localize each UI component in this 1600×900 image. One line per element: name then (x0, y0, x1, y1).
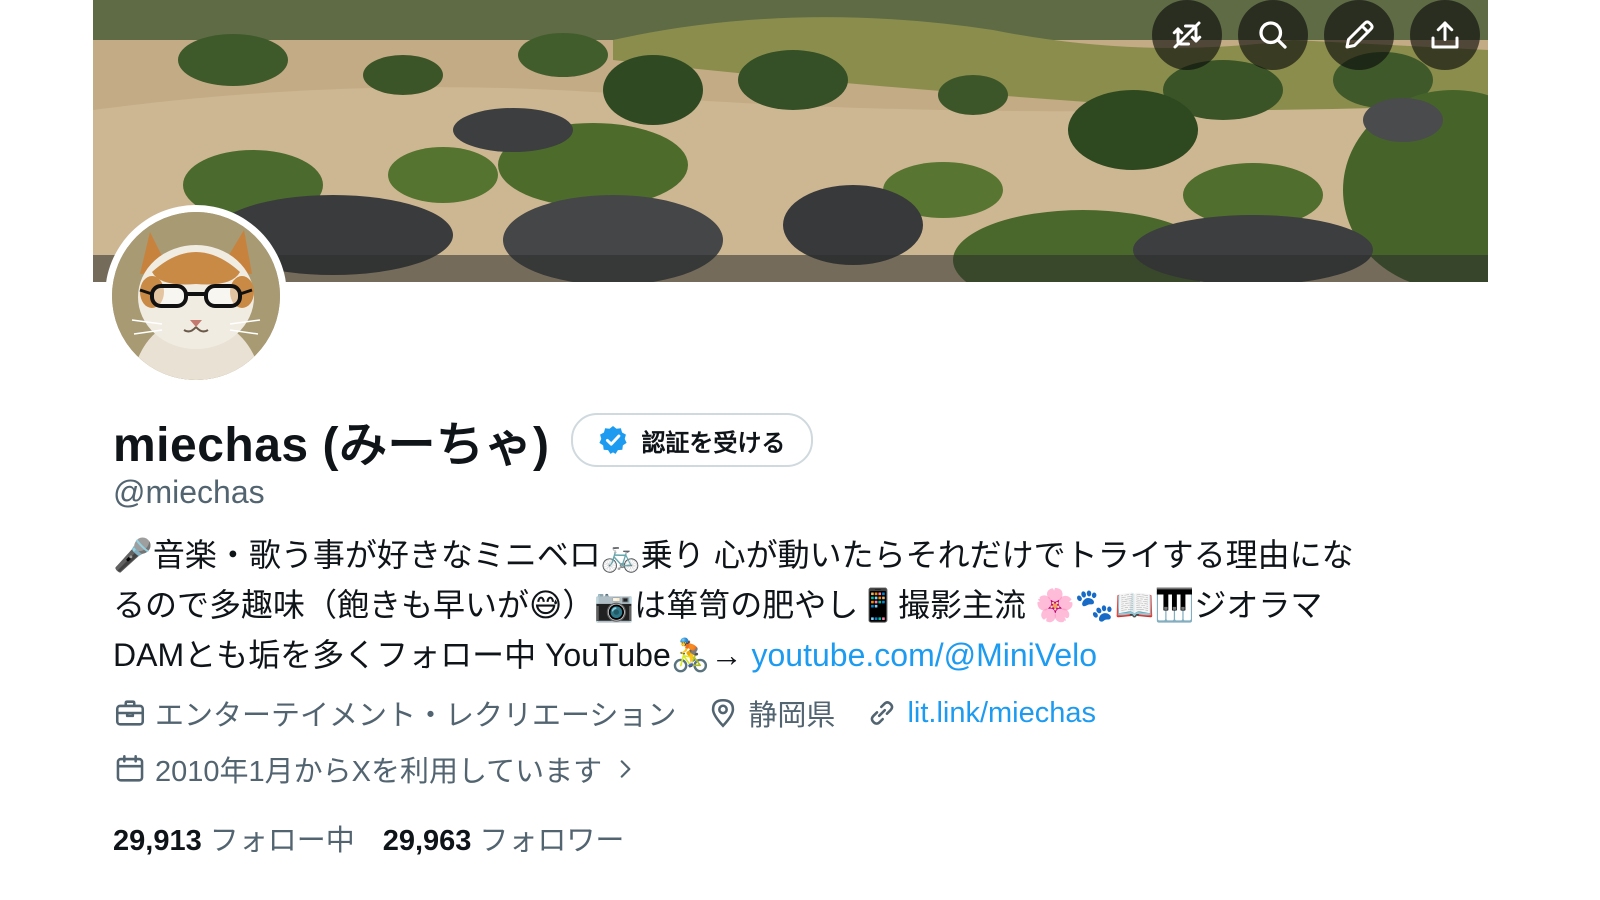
name-row: miechas (みーちゃ) 認証を受ける (113, 405, 814, 475)
profile-bio: 🎤音楽・歌う事が好きなミニベロ🚲乗り 心が動いたらそれだけでトライする理由にな … (113, 530, 1493, 680)
verified-badge-icon (599, 426, 628, 454)
username-handle: @miechas (113, 474, 265, 510)
chevron-right-icon (620, 760, 631, 778)
avatar[interactable] (105, 205, 287, 387)
location-item: 静岡県 (706, 692, 835, 734)
category-item: エンターテイメント・レクリエーション (113, 692, 676, 734)
bio-line-text: DAMとも垢を多くフォロー中 YouTube🚴→ (113, 637, 752, 673)
hide-reposts-icon (1172, 21, 1202, 49)
avatar-image (112, 212, 280, 380)
location-label: 静岡県 (748, 700, 836, 732)
get-verified-button[interactable]: 認証を受ける (571, 413, 814, 467)
bio-line: DAMとも垢を多くフォロー中 YouTube🚴→ youtube.com/@Mi… (113, 630, 1493, 680)
profile-meta-row: エンターテイメント・レクリエーション 静岡県 lit.link/miechas (113, 692, 1126, 734)
search-button[interactable] (1238, 0, 1308, 70)
following-link[interactable]: 29,913 フォロー中 (113, 825, 355, 857)
followers-count: 29,963 (382, 825, 472, 857)
share-icon (1431, 21, 1459, 49)
briefcase-icon (115, 700, 145, 726)
joined-date-label: 2010年1月からXを利用しています (155, 756, 603, 788)
bio-line: 🎤音楽・歌う事が好きなミニベロ🚲乗り 心が動いたらそれだけでトライする理由にな (113, 537, 1354, 573)
get-verified-label: 認証を受ける (641, 429, 786, 457)
link-icon (871, 701, 894, 725)
bio-line: るので多趣味（飽きも早いが😅）📷は箪笥の肥やし📱撮影主流 🌸🐾📖🎹ジオラマ (113, 587, 1323, 623)
search-icon (1259, 21, 1287, 49)
edit-icon (1345, 20, 1374, 49)
website-item[interactable]: lit.link/miechas (865, 696, 1096, 730)
calendar-icon (116, 754, 144, 782)
website-link[interactable]: lit.link/miechas (907, 697, 1096, 730)
hide-reposts-button[interactable] (1152, 0, 1222, 70)
edit-profile-button[interactable] (1324, 0, 1394, 70)
bio-youtube-link[interactable]: youtube.com/@MiniVelo (752, 637, 1098, 673)
following-count: 29,913 (113, 825, 202, 857)
followers-label: フォロワー (479, 825, 625, 857)
location-pin-icon (712, 698, 735, 728)
following-label: フォロー中 (209, 825, 355, 857)
joined-row[interactable]: 2010年1月からXを利用しています (113, 748, 638, 790)
display-name: miechas (みーちゃ) (113, 419, 550, 472)
follow-stats: 29,913 フォロー中 29,963 フォロワー (113, 817, 624, 859)
category-label: エンターテイメント・レクリエーション (155, 700, 677, 732)
share-button[interactable] (1410, 0, 1480, 70)
followers-link[interactable]: 29,963 フォロワー (383, 825, 625, 857)
